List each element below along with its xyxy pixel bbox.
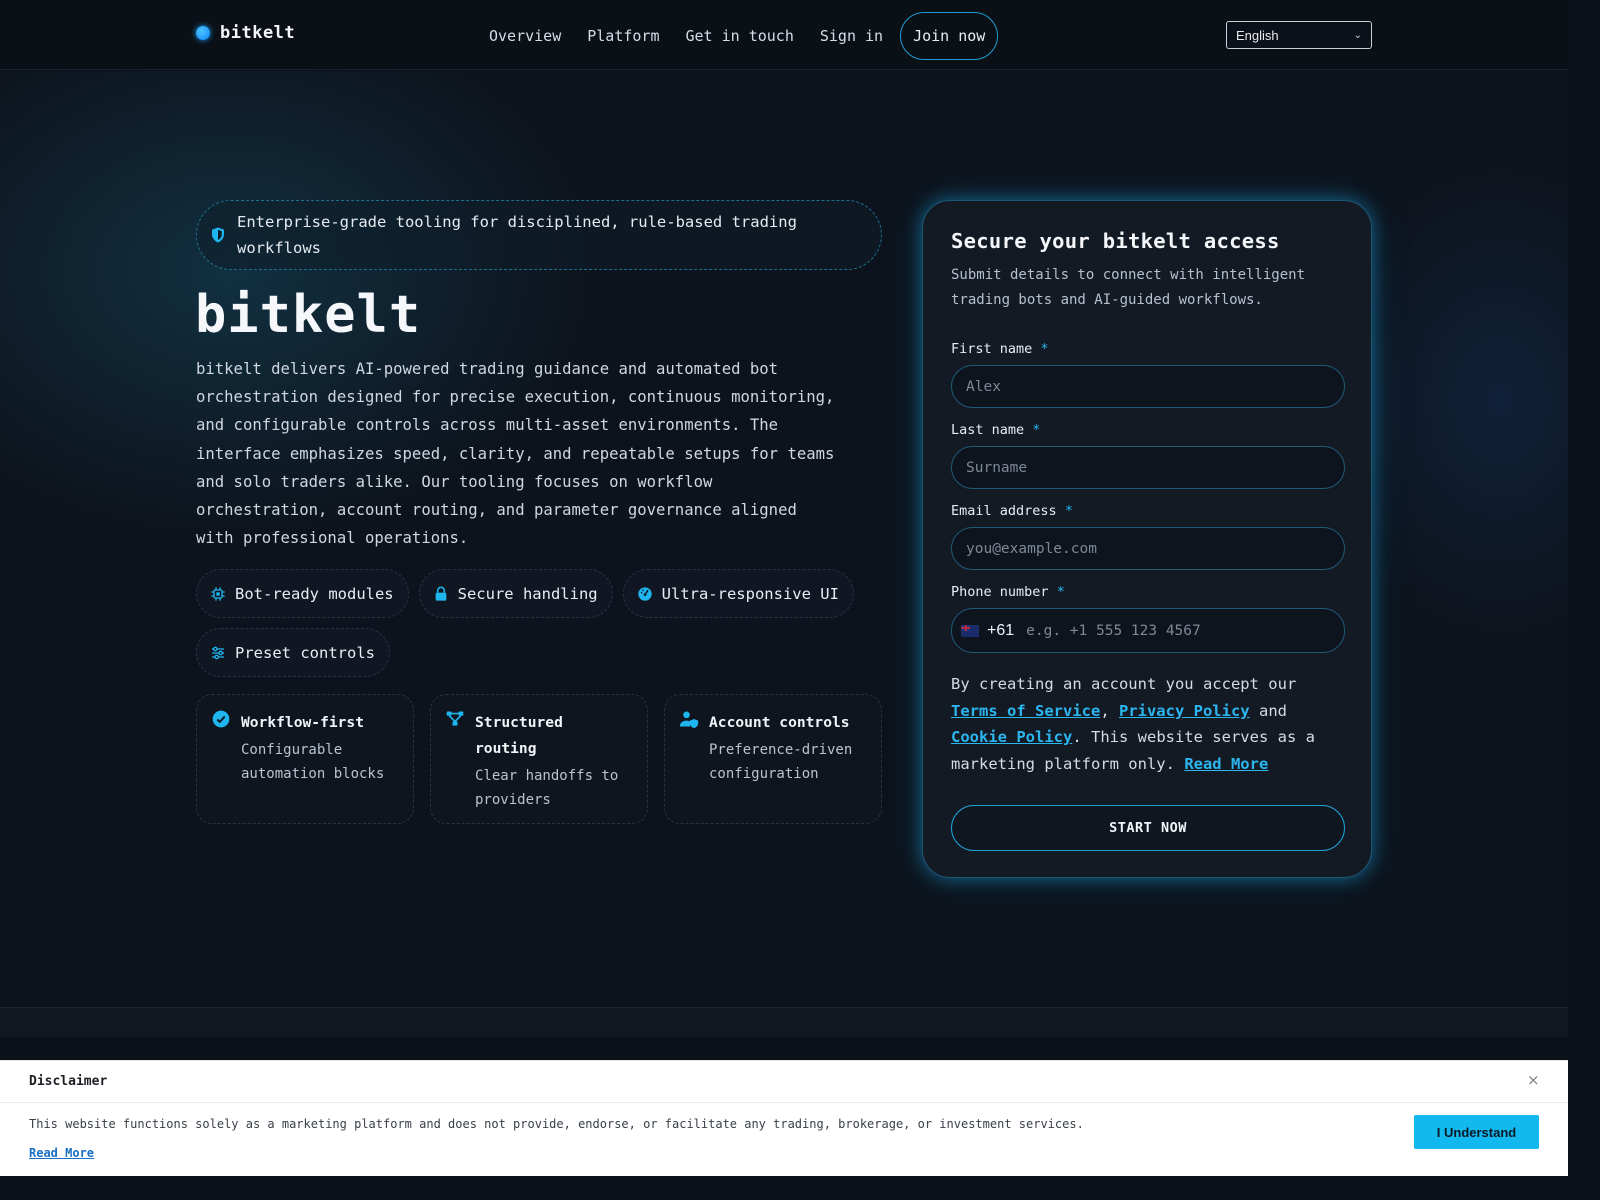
i-understand-button[interactable]: I Understand [1414,1115,1539,1149]
language-value: English [1236,27,1279,43]
required-mark: * [1064,503,1073,519]
required-mark: * [1056,584,1065,600]
check-circle-icon [212,710,230,728]
form-subtitle: Submit details to connect with intellige… [951,267,1306,308]
shield-icon [212,227,224,243]
card-workflow-first: Workflow-first Configurable automation b… [196,694,414,824]
user-shield-icon [679,711,699,729]
hero-description: bitkelt delivers AI-powered trading guid… [196,360,835,548]
phone-country-code[interactable]: +61 [987,622,1014,640]
join-now-button[interactable]: Join now [900,12,999,60]
card-structured-routing: Structured routing Clear handoffs to pro… [430,694,648,824]
chip-label: Ultra-responsive UI [661,584,839,603]
disclaimer-banner: Disclaimer × This website functions sole… [0,1060,1568,1176]
chip-preset-controls: Preset controls [196,628,390,677]
start-now-label: START NOW [1109,820,1187,836]
card-title: Workflow-first [241,714,365,731]
card-description: Preference-driven configuration [709,742,853,782]
terms-of-service-link[interactable]: Terms of Service [951,702,1100,720]
language-select[interactable]: English ⌄ [1226,21,1372,49]
chip-icon [211,586,225,601]
nav-overview[interactable]: Overview [476,13,574,59]
brand-dot-icon [196,26,210,40]
last-name-placeholder: Surname [966,459,1028,476]
terms-prefix: By creating an account you accept our [951,675,1297,693]
cookie-policy-link[interactable]: Cookie Policy [951,728,1072,746]
first-name-label-text: First name [951,341,1033,357]
top-navigation-bar: bitkelt Overview Platform Get in touch S… [0,0,1568,70]
nav-sign-in[interactable]: Sign in [807,13,896,59]
brand-logo[interactable]: bitkelt [196,23,295,43]
disclaimer-header: Disclaimer × [0,1061,1568,1103]
feature-chips: Bot-ready modules Secure handling Ultra-… [196,569,886,677]
section-divider-strip [0,1007,1568,1037]
chip-ultra-responsive: Ultra-responsive UI [622,569,854,618]
phone-label-text: Phone number [951,584,1049,600]
terms-notice: By creating an account you accept our Te… [951,675,1315,773]
nav-get-in-touch[interactable]: Get in touch [673,13,807,59]
required-mark: * [1032,422,1041,438]
chip-secure-handling: Secure handling [418,569,613,618]
disclaimer-read-more-link[interactable]: Read More [29,1146,94,1160]
phone-label: Phone number * [951,584,1343,600]
close-icon[interactable]: × [1527,1071,1540,1089]
and-text: and [1258,701,1287,720]
phone-input[interactable]: +61 e.g. +1 555 123 4567 [951,608,1345,653]
last-name-label-text: Last name [951,422,1025,438]
sliders-icon [212,646,224,659]
nav-platform[interactable]: Platform [574,13,672,59]
form-title: Secure your bitkelt access [951,229,1280,253]
phone-placeholder: e.g. +1 555 123 4567 [1026,622,1201,639]
start-now-button[interactable]: START NOW [951,805,1345,851]
card-description: Configurable automation blocks [241,742,385,782]
signup-form-panel: Secure your bitkelt access Submit detail… [922,200,1372,878]
gauge-icon [637,586,652,601]
chip-label: Secure handling [457,584,598,603]
card-description: Clear handoffs to providers [475,768,619,808]
card-title: Structured routing [475,714,563,757]
required-mark: * [1040,341,1049,357]
card-title: Account controls [709,714,850,731]
card-account-controls: Account controls Preference-driven confi… [664,694,882,824]
main-nav: Overview Platform Get in touch Sign in J… [476,12,999,60]
hero-badge: Enterprise-grade tooling for disciplined… [196,200,882,270]
last-name-label: Last name * [951,422,1343,438]
read-more-link[interactable]: Read More [1184,755,1268,773]
route-icon [446,711,464,726]
first-name-input[interactable]: Alex [951,365,1345,408]
chip-label: Bot-ready modules [235,584,394,603]
privacy-policy-link[interactable]: Privacy Policy [1119,702,1250,720]
disclaimer-text: This website functions solely as a marke… [29,1117,1084,1131]
chevron-down-icon: ⌄ [1353,29,1362,41]
first-name-placeholder: Alex [966,378,1001,395]
disclaimer-title: Disclaimer [29,1074,108,1089]
i-understand-label: I Understand [1436,1124,1517,1140]
email-label-text: Email address [951,503,1057,519]
feature-cards: Workflow-first Configurable automation b… [196,694,882,824]
email-label: Email address * [951,503,1343,519]
chip-label: Preset controls [235,643,375,662]
brand-name: bitkelt [220,23,296,43]
lock-icon [435,586,446,601]
hero-title: bitkelt [195,285,422,345]
australia-flag-icon[interactable] [961,624,979,637]
first-name-label: First name * [951,341,1343,357]
hero-badge-text: Enterprise-grade tooling for disciplined… [237,213,797,257]
email-placeholder: you@example.com [966,540,1097,557]
last-name-input[interactable]: Surname [951,446,1345,489]
chip-bot-ready: Bot-ready modules [196,569,409,618]
email-input[interactable]: you@example.com [951,527,1345,570]
